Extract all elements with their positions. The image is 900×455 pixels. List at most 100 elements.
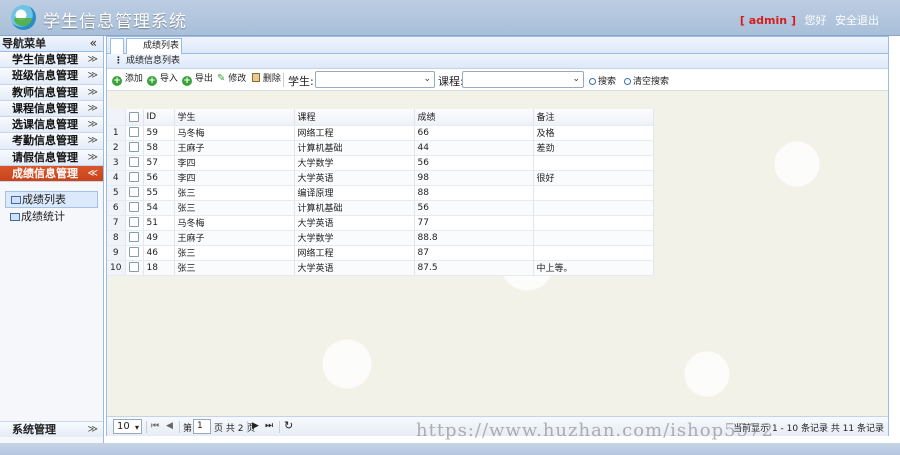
cell-score: 66 (414, 125, 534, 141)
next-page-icon[interactable]: ▶ (252, 421, 259, 431)
cell-id: 18 (143, 260, 175, 276)
cell-score: 88 (414, 185, 534, 201)
table-row[interactable]: 3 57 李四 大学数学 56 (107, 155, 654, 171)
cell-course: 网络工程 (294, 125, 415, 141)
accordion-attendance[interactable]: 考勤信息管理 ≫ (0, 133, 103, 150)
submenu-score-stats[interactable]: 成绩统计 (5, 209, 98, 226)
chevron-down-icon: ≫ (87, 151, 98, 163)
clear-search-button[interactable]: 清空搜索 (624, 74, 669, 87)
cell-student: 张三 (174, 185, 295, 201)
cell-id: 55 (143, 185, 175, 201)
add-button[interactable]: + 添加 (112, 73, 143, 86)
table-row[interactable]: 1 59 马冬梅 网络工程 66 及格 (107, 125, 654, 141)
cell-course: 计算机基础 (294, 200, 415, 216)
cell-course: 大学数学 (294, 230, 415, 246)
first-page-icon[interactable]: ⏮ (151, 421, 159, 431)
user-name: admin (748, 14, 788, 27)
accordion-score[interactable]: 成绩信息管理 ≪ (0, 166, 103, 183)
submenu-score-list[interactable]: 成绩列表 (5, 191, 98, 209)
table-row[interactable]: 5 55 张三 编译原理 88 (107, 185, 654, 201)
cell-score: 87 (414, 245, 534, 261)
page-size-select[interactable]: 10 ▾ (113, 419, 142, 434)
tab-home[interactable] (110, 38, 124, 54)
column-header-student[interactable]: 学生 (174, 109, 295, 126)
row-checkbox[interactable] (125, 200, 144, 216)
accordion-selection[interactable]: 选课信息管理 ≫ (0, 117, 103, 134)
row-checkbox[interactable] (125, 230, 144, 246)
export-button[interactable]: + 导出 (182, 73, 213, 86)
chevron-down-icon: ≫ (87, 54, 98, 65)
pager-divider (279, 421, 280, 433)
page-number-input[interactable]: 1 (193, 419, 211, 434)
cell-course: 大学数学 (294, 155, 415, 171)
accordion-leave[interactable]: 请假信息管理 ≫ (0, 149, 103, 167)
accordion-teacher[interactable]: 教师信息管理 ≫ (0, 84, 103, 101)
student-select[interactable]: ⌄ (315, 71, 435, 88)
course-filter-label: 课程: (438, 75, 464, 88)
row-checkbox[interactable] (125, 260, 144, 276)
refresh-icon[interactable]: ↻ (284, 419, 293, 432)
table-header-row: ID 学生 课程 成绩 备注 (107, 109, 654, 126)
column-header-course[interactable]: 课程 (294, 109, 415, 126)
row-checkbox[interactable] (125, 215, 144, 231)
row-checkbox[interactable] (125, 140, 144, 156)
table-row[interactable]: 9 46 张三 网络工程 87 (107, 245, 654, 261)
search-icon (624, 78, 631, 85)
logout-link[interactable]: 安全退出 (835, 14, 879, 27)
chart-icon (10, 213, 20, 222)
cell-student: 李四 (174, 155, 295, 171)
chevron-down-icon: ≫ (87, 135, 98, 147)
table-row[interactable]: 8 49 王麻子 大学数学 88.8 (107, 230, 654, 246)
import-icon: + (147, 76, 157, 86)
row-checkbox[interactable] (125, 125, 144, 141)
panel-title: ⋮ 成绩信息列表 (107, 54, 888, 69)
edit-button[interactable]: ✎ 修改 (217, 73, 246, 85)
cell-note (533, 245, 654, 261)
chevron-down-icon: ▾ (134, 423, 139, 432)
row-checkbox[interactable] (125, 170, 144, 186)
table-row[interactable]: 7 51 马冬梅 大学英语 77 (107, 215, 654, 231)
table-row[interactable]: 10 18 张三 大学英语 87.5 中上等。 (107, 260, 654, 276)
cell-note: 中上等。 (533, 260, 654, 276)
cell-id: 51 (143, 215, 175, 231)
double-chevron-left-icon[interactable]: « (90, 36, 97, 51)
cell-course: 大学英语 (294, 215, 415, 231)
accordion-class[interactable]: 班级信息管理 ≫ (0, 68, 103, 85)
course-select[interactable]: ⌄ (462, 71, 584, 88)
row-checkbox[interactable] (125, 245, 144, 261)
row-checkbox[interactable] (125, 155, 144, 171)
table-row[interactable]: 4 56 李四 大学英语 98 很好 (107, 170, 654, 186)
column-header-id[interactable]: ID (143, 109, 175, 126)
cell-note (533, 185, 654, 201)
accordion-system[interactable]: 系统管理 ≫ (0, 421, 103, 437)
list-icon (11, 196, 21, 205)
export-icon: + (182, 76, 192, 86)
delete-button[interactable]: 删除 (252, 73, 281, 85)
table-row[interactable]: 2 58 王麻子 计算机基础 44 差劲 (107, 140, 654, 156)
row-number: 3 (107, 155, 126, 171)
row-checkbox[interactable] (125, 185, 144, 201)
student-filter-label: 学生: (288, 75, 314, 88)
pager-divider (146, 421, 147, 433)
select-all-checkbox[interactable] (125, 109, 144, 126)
column-header-note[interactable]: 备注 (533, 109, 654, 126)
cell-note (533, 215, 654, 231)
column-header-score[interactable]: 成绩 (414, 109, 534, 126)
chevron-down-icon: ≫ (87, 70, 98, 82)
accordion-course[interactable]: 课程信息管理 ≫ (0, 100, 103, 118)
tab-score-list[interactable]: 成绩列表× (126, 38, 182, 66)
cell-note (533, 155, 654, 171)
search-button[interactable]: 搜索 (589, 74, 616, 87)
cell-student: 马冬梅 (174, 125, 295, 141)
accordion-student[interactable]: 学生信息管理 ≫ (0, 52, 103, 69)
prev-page-icon[interactable]: ◀ (166, 421, 173, 431)
cell-course: 编译原理 (294, 185, 415, 201)
table-row[interactable]: 6 54 张三 计算机基础 56 (107, 200, 654, 216)
row-number: 1 (107, 125, 126, 141)
import-button[interactable]: + 导入 (147, 73, 178, 86)
cell-note (533, 230, 654, 246)
tab-content: ⋮ 成绩信息列表 + 添加 + 导入 + 导出 ✎ 修改 删除 学生: ⌄ 课程:… (107, 54, 888, 436)
greeting-text: 您好 (804, 14, 827, 27)
last-page-icon[interactable]: ⏭ (265, 421, 273, 431)
cell-score: 77 (414, 215, 534, 231)
